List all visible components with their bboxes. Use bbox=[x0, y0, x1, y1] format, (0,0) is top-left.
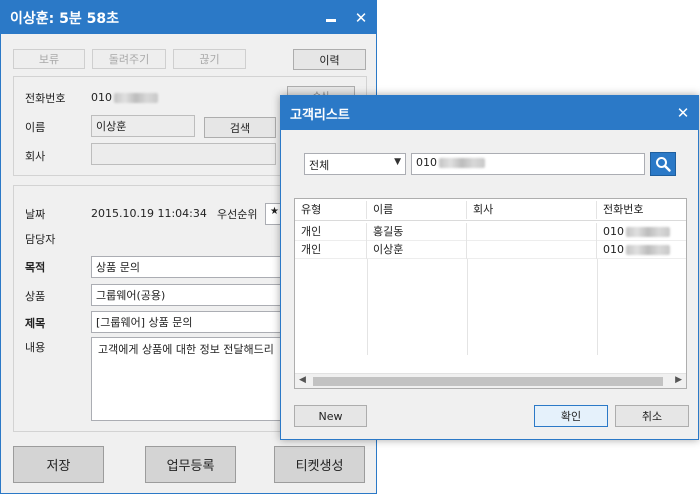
cell-phone: 010 bbox=[597, 241, 686, 259]
masked-digits bbox=[439, 158, 485, 168]
cell-name: 홍길동 bbox=[367, 223, 467, 241]
cell-name: 이상훈 bbox=[367, 241, 467, 259]
customer-grid: 유형 이름 회사 전화번호 개인 홍길동 010 개인 이상훈 010 ◀ ▶ bbox=[294, 198, 687, 389]
column-header-name[interactable]: 이름 bbox=[367, 201, 467, 219]
dialog-close-button[interactable]: ✕ bbox=[668, 97, 698, 130]
minimize-button[interactable] bbox=[316, 1, 346, 34]
grid-header: 유형 이름 회사 전화번호 bbox=[295, 199, 686, 221]
create-ticket-button[interactable]: 티켓생성 bbox=[274, 446, 365, 483]
cell-phone: 010 bbox=[597, 223, 686, 241]
date-label: 날짜 bbox=[25, 208, 46, 221]
subject-label: 제목 bbox=[25, 317, 46, 330]
search-input[interactable]: 010 bbox=[411, 153, 645, 175]
table-row[interactable]: 개인 이상훈 010 bbox=[295, 241, 686, 259]
save-button[interactable]: 저장 bbox=[13, 446, 104, 483]
table-row[interactable]: 개인 홍길동 010 bbox=[295, 223, 686, 241]
filter-select[interactable]: 전체 ▼ bbox=[304, 153, 406, 175]
minimize-icon bbox=[326, 19, 336, 22]
scroll-left-icon[interactable]: ◀ bbox=[299, 375, 306, 385]
scroll-right-icon[interactable]: ▶ bbox=[675, 375, 682, 385]
column-header-company[interactable]: 회사 bbox=[467, 201, 597, 219]
filter-selected: 전체 bbox=[309, 159, 330, 172]
product-label: 상품 bbox=[25, 290, 46, 303]
dialog-titlebar[interactable]: 고객리스트 ✕ bbox=[281, 96, 698, 130]
grid-empty-area bbox=[295, 259, 686, 355]
phone-number: 010 bbox=[91, 91, 112, 104]
assignee-label: 담당자 bbox=[25, 233, 56, 246]
name-label: 이름 bbox=[25, 121, 46, 134]
search-icon bbox=[656, 157, 671, 172]
close-icon: ✕ bbox=[354, 8, 368, 27]
priority-label: 우선순위 bbox=[217, 208, 258, 221]
masked-digits bbox=[626, 227, 670, 237]
new-button[interactable]: New bbox=[294, 405, 367, 427]
purpose-field[interactable]: 상품 문의 bbox=[91, 256, 291, 278]
column-header-phone[interactable]: 전화번호 bbox=[597, 201, 686, 219]
cell-type: 개인 bbox=[295, 241, 367, 259]
customer-list-dialog: 고객리스트 ✕ 전체 ▼ 010 유형 이름 회사 전화번호 개인 홍길동 01… bbox=[280, 95, 699, 440]
search-input-value: 010 bbox=[416, 156, 437, 169]
purpose-label: 목적 bbox=[25, 261, 46, 274]
cell-company bbox=[467, 241, 597, 259]
masked-digits bbox=[114, 93, 158, 103]
task-register-button[interactable]: 업무등록 bbox=[145, 446, 236, 483]
phone-label: 전화번호 bbox=[25, 92, 66, 105]
product-field[interactable]: 그룹웨어(공용) bbox=[91, 284, 291, 306]
masked-digits bbox=[626, 245, 670, 255]
horizontal-scrollbar[interactable]: ◀ ▶ bbox=[295, 373, 686, 388]
close-icon: ✕ bbox=[676, 104, 690, 122]
chevron-down-icon: ▼ bbox=[394, 157, 401, 167]
company-label: 회사 bbox=[25, 150, 46, 163]
hold-button[interactable]: 보류 bbox=[13, 49, 85, 69]
column-header-type[interactable]: 유형 bbox=[295, 201, 367, 219]
content-label: 내용 bbox=[25, 341, 46, 354]
transfer-button[interactable]: 돌려주기 bbox=[92, 49, 166, 69]
phone-value: 010 bbox=[91, 91, 158, 104]
call-window-title: 이상훈: 5분 58초 bbox=[10, 10, 119, 27]
cancel-button[interactable]: 취소 bbox=[615, 405, 689, 427]
dialog-title: 고객리스트 bbox=[290, 107, 350, 123]
hangup-button[interactable]: 끊기 bbox=[173, 49, 246, 69]
close-button[interactable]: ✕ bbox=[346, 1, 376, 34]
cell-company bbox=[467, 223, 597, 241]
subject-field[interactable]: [그룹웨어] 상품 문의 bbox=[91, 311, 291, 333]
cell-type: 개인 bbox=[295, 223, 367, 241]
cell-phone-value: 010 bbox=[603, 225, 624, 238]
search-button[interactable]: 검색 bbox=[204, 117, 276, 138]
date-value: 2015.10.19 11:04:34 bbox=[91, 207, 207, 220]
cell-phone-value: 010 bbox=[603, 243, 624, 256]
scrollbar-thumb[interactable] bbox=[313, 377, 663, 386]
name-field[interactable]: 이상훈 bbox=[91, 115, 195, 137]
history-button[interactable]: 이력 bbox=[293, 49, 366, 70]
call-window-titlebar[interactable]: 이상훈: 5분 58초 ✕ bbox=[1, 1, 376, 34]
company-field[interactable] bbox=[91, 143, 276, 165]
ok-button[interactable]: 확인 bbox=[534, 405, 608, 427]
screen: 이상훈: 5분 58초 ✕ 보류 돌려주기 끊기 이력 전화번호 010 수신 … bbox=[0, 0, 700, 494]
search-button[interactable] bbox=[650, 152, 676, 176]
content-textarea[interactable]: 고객에게 상품에 대한 정보 전달해드리 bbox=[91, 337, 291, 421]
